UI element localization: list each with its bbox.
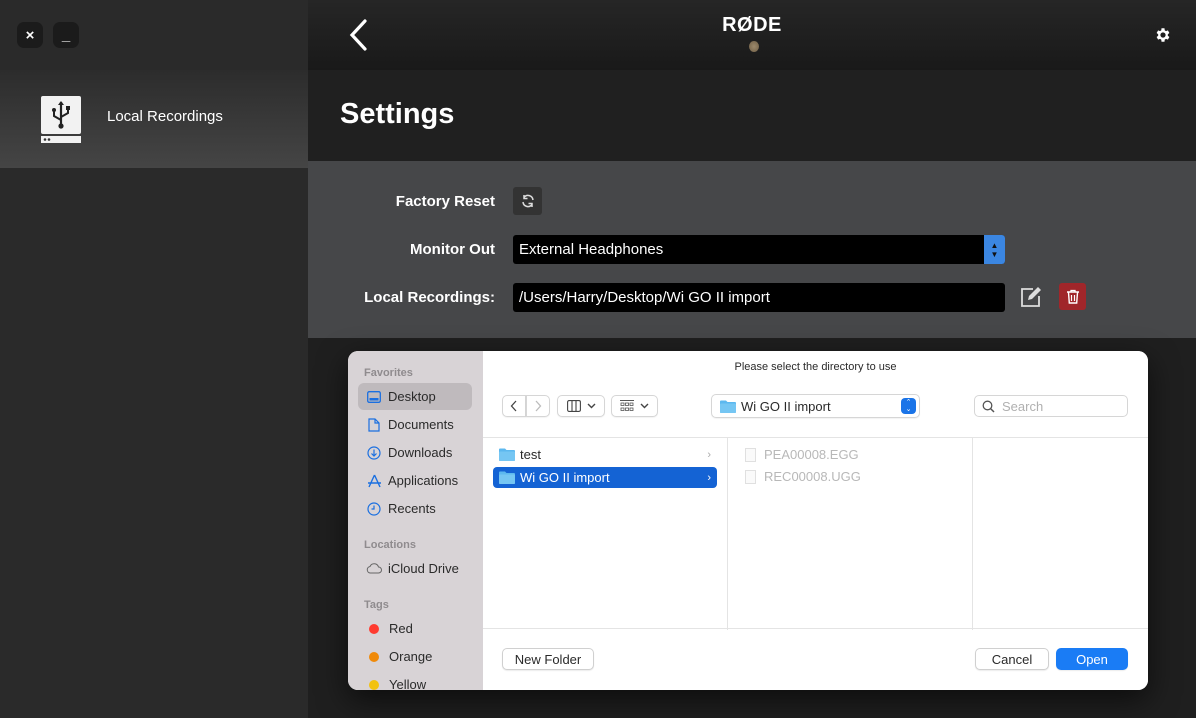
forward-button[interactable] <box>526 395 550 417</box>
folder-row-test[interactable]: test › <box>493 444 717 465</box>
factory-reset-button[interactable] <box>513 187 542 215</box>
dialog-sidebar: Favorites Desktop Documents Downloads Ap… <box>348 351 483 690</box>
sidebar-item-applications[interactable]: Applications <box>358 467 472 494</box>
chevron-right-icon: › <box>707 448 711 461</box>
folder-row-wi-go-ii-import[interactable]: Wi GO II import › <box>493 467 717 488</box>
sidebar-item-icloud-drive[interactable]: iCloud Drive <box>358 555 472 582</box>
directory-picker-dialog: Favorites Desktop Documents Downloads Ap… <box>348 351 1148 690</box>
file-name: REC00008.UGG <box>764 469 861 484</box>
chevron-down-icon <box>587 403 595 409</box>
group-by-button[interactable] <box>611 395 658 417</box>
file-row: PEA00008.EGG <box>737 444 961 465</box>
sidebar-item-documents[interactable]: Documents <box>358 411 472 438</box>
app-sidebar: × _ Local Recordings <box>0 0 308 718</box>
brand-logo: RØDE <box>722 14 782 36</box>
chevron-left-icon <box>510 400 517 412</box>
cancel-button[interactable]: Cancel <box>975 648 1049 670</box>
usb-drive-icon <box>41 96 81 143</box>
local-recordings-label: Local Recordings: <box>364 289 495 306</box>
select-arrows-icon: ▲ ▼ <box>984 235 1005 264</box>
local-recordings-path-field[interactable]: /Users/Harry/Desktop/Wi GO II import <box>513 283 1005 312</box>
sidebar-item-label: Local Recordings <box>107 108 223 125</box>
location-value: Wi GO II import <box>741 398 831 414</box>
file-name: PEA00008.EGG <box>764 447 859 462</box>
monitor-out-value: External Headphones <box>519 241 664 258</box>
sidebar-item-desktop[interactable]: Desktop <box>358 383 472 410</box>
sidebar-item-label: Recents <box>388 501 436 516</box>
tag-label: Orange <box>389 649 433 664</box>
open-button[interactable]: Open <box>1056 648 1128 670</box>
search-icon <box>982 400 995 413</box>
favorites-header: Favorites <box>364 367 413 379</box>
page-title: Settings <box>340 98 455 130</box>
delete-button[interactable] <box>1059 283 1086 310</box>
gear-icon[interactable] <box>1154 26 1172 44</box>
chevron-down-icon <box>640 403 649 409</box>
sidebar-item-downloads[interactable]: Downloads <box>358 439 472 466</box>
refresh-icon <box>521 194 534 208</box>
window-minimize-button[interactable]: _ <box>53 22 79 48</box>
view-mode-button[interactable] <box>557 395 605 417</box>
chevron-right-icon: › <box>707 471 711 484</box>
folder-name: Wi GO II import <box>520 470 610 485</box>
tags-header: Tags <box>364 599 389 611</box>
sidebar-tag-yellow[interactable]: Yellow <box>358 671 472 690</box>
back-button[interactable] <box>502 395 526 417</box>
search-input[interactable]: Search <box>974 395 1128 417</box>
yellow-tag-icon <box>369 679 379 690</box>
red-tag-icon <box>369 623 379 634</box>
factory-reset-label: Factory Reset <box>395 193 495 210</box>
sidebar-item-label: Downloads <box>388 445 453 460</box>
desktop-icon <box>366 389 382 405</box>
new-folder-button[interactable]: New Folder <box>502 648 594 670</box>
cloud-icon <box>366 561 382 577</box>
sidebar-item-label: Desktop <box>388 389 436 404</box>
download-icon <box>366 445 382 461</box>
dialog-prompt: Please select the directory to use <box>734 361 897 373</box>
document-icon <box>366 417 382 433</box>
column-browser: test › Wi GO II import › PEA00008.EGG RE… <box>483 437 1148 630</box>
column-divider[interactable] <box>727 438 728 630</box>
tag-label: Yellow <box>389 677 427 690</box>
sidebar-item-label: iCloud Drive <box>388 561 459 576</box>
search-placeholder: Search <box>1002 398 1044 414</box>
location-popup[interactable]: Wi GO II import ⌃ ⌄ <box>711 394 920 418</box>
orange-tag-icon <box>369 651 379 662</box>
applications-icon <box>366 473 382 489</box>
top-bar: RØDE <box>308 0 1196 70</box>
column-divider[interactable] <box>972 438 973 630</box>
file-row: REC00008.UGG <box>737 466 961 487</box>
clock-icon <box>366 501 382 517</box>
device-status-indicator <box>749 41 759 52</box>
folder-icon <box>720 400 736 413</box>
folder-name: test <box>520 447 541 462</box>
grid-view-icon <box>620 400 634 411</box>
locations-header: Locations <box>364 539 416 551</box>
monitor-out-select[interactable]: External Headphones ▲ ▼ <box>513 235 1005 264</box>
file-icon <box>745 447 756 462</box>
file-icon <box>745 469 756 484</box>
chevron-right-icon <box>535 400 542 412</box>
edit-icon[interactable] <box>1019 285 1043 309</box>
window-close-button[interactable]: × <box>17 22 43 48</box>
sidebar-item-label: Documents <box>388 417 454 432</box>
trash-icon <box>1066 289 1079 304</box>
settings-panel: Factory Reset Monitor Out External Headp… <box>308 161 1196 338</box>
sidebar-item-recents[interactable]: Recents <box>358 495 472 522</box>
dialog-main: Please select the directory to use Wi GO… <box>483 351 1148 690</box>
page-header: Settings <box>308 70 1196 161</box>
sidebar-item-label: Applications <box>388 473 459 488</box>
monitor-out-label: Monitor Out <box>410 241 495 258</box>
tag-label: Red <box>389 621 413 636</box>
sidebar-tag-red[interactable]: Red <box>358 615 472 642</box>
sidebar-tag-orange[interactable]: Orange <box>358 643 472 670</box>
folder-icon <box>499 471 515 484</box>
folder-icon <box>499 448 515 461</box>
updown-arrows-icon: ⌃ ⌄ <box>901 398 916 414</box>
columns-view-icon <box>566 400 581 412</box>
